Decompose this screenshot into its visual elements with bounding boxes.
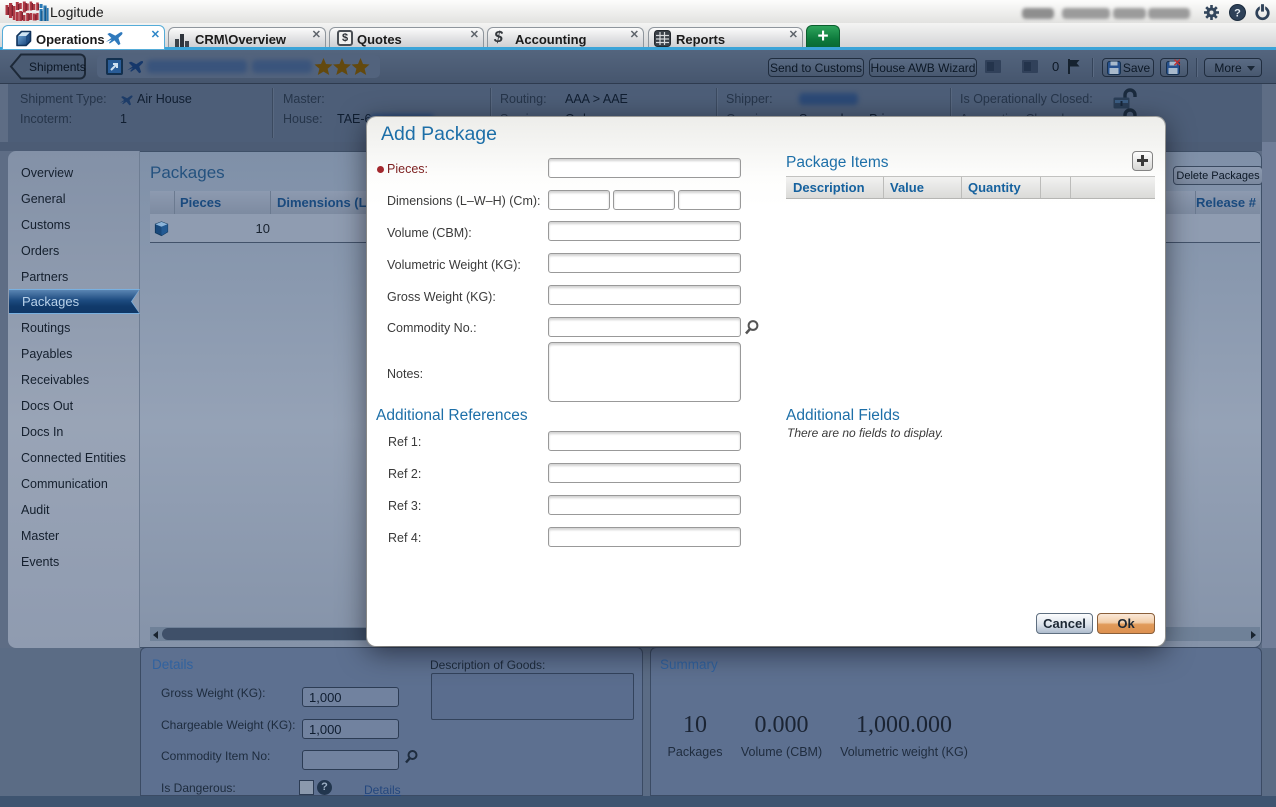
- svg-text:Shipments: Shipments: [29, 60, 86, 74]
- svg-text:?: ?: [1234, 8, 1241, 20]
